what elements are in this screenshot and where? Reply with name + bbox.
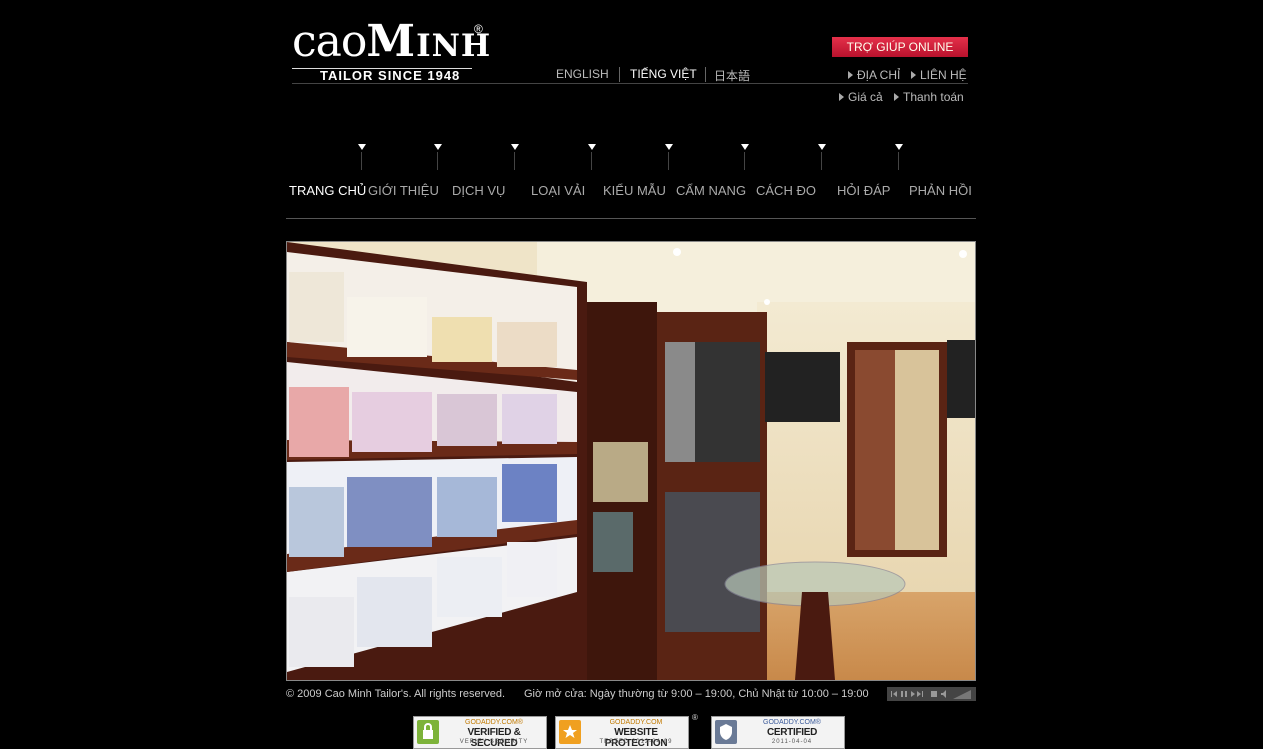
header-divider [292,83,968,84]
arrow-right-icon [839,93,844,101]
nav-item-fabrics[interactable]: LOẠI VẢI [531,183,585,198]
badge-verified-secured[interactable]: GODADDY.COM® VERIFIED & SECURED VERIFY S… [413,716,547,749]
slideshow-controls [887,687,976,701]
nav-marker [818,144,827,170]
lock-icon [417,720,439,744]
registered-mark: ® [692,713,698,722]
nav-marker [434,144,443,170]
pause-icon [901,691,903,697]
arrow-right-icon [911,71,916,79]
nav-marker [741,144,750,170]
nav-item-services[interactable]: DỊCH VỤ [452,183,505,198]
help-online-button[interactable]: TRỢ GIÚP ONLINE [832,37,968,57]
next-icon [911,691,915,697]
nav-marker [665,144,674,170]
link-pricing[interactable]: Giá cả [839,90,883,104]
language-vietnamese[interactable]: TIẾNG VIỆT [630,67,697,81]
opening-hours-text: Giờ mở cửa: Ngày thường từ 9:00 – 19:00,… [524,688,869,700]
registered-mark: ® [474,22,483,36]
logo-word-cao: cao [292,16,367,67]
link-payment[interactable]: Thanh toán [894,90,964,104]
nav-item-measure[interactable]: CÁCH ĐO [756,183,816,198]
stop-icon [931,691,937,697]
logo-word-minh: Minh [366,16,492,67]
nav-item-feedback[interactable]: PHẢN HỒI [909,183,972,198]
logo[interactable]: caoMinh ® TAILOR SINCE 1948 [292,14,492,86]
badge-website-protection[interactable]: GODADDY.COM WEBSITE PROTECTION TESTED 20… [555,716,689,749]
copyright-text: © 2009 Cao Minh Tailor's. All rights res… [286,688,506,700]
nav-item-faq[interactable]: HỎI ĐÁP [837,183,890,198]
link-contact[interactable]: LIÊN HỆ [911,68,967,82]
arrow-right-icon [848,71,853,79]
nav-divider [286,218,976,219]
nav-marker [895,144,904,170]
nav-marker [511,144,520,170]
logo-tagline: TAILOR SINCE 1948 [320,68,461,83]
showroom-photo [286,241,976,681]
nav-item-styles[interactable]: KIỂU MẪU [603,183,666,198]
nav-marker [588,144,597,170]
star-shield-icon [559,720,581,744]
language-english[interactable]: ENGLISH [556,67,609,81]
prev-icon [893,691,897,697]
shield-icon [715,720,737,744]
link-address[interactable]: ĐỊA CHỈ [848,68,900,82]
language-japanese[interactable]: 日本語 [714,67,750,84]
nav-item-home[interactable]: TRANG CHỦ [289,183,366,198]
language-separator [705,67,706,82]
nav-item-about[interactable]: GIỚI THIỆU [368,183,439,198]
nav-item-guide[interactable]: CẨM NANG [676,183,746,198]
language-separator [619,67,620,82]
nav-marker [358,144,367,170]
first-icon [891,691,892,697]
volume-icon [941,690,946,698]
badge-certified[interactable]: GODADDY.COM® CERTIFIED 2011-04-04 [711,716,845,749]
volume-level-icon [953,690,971,699]
arrow-right-icon [894,93,899,101]
